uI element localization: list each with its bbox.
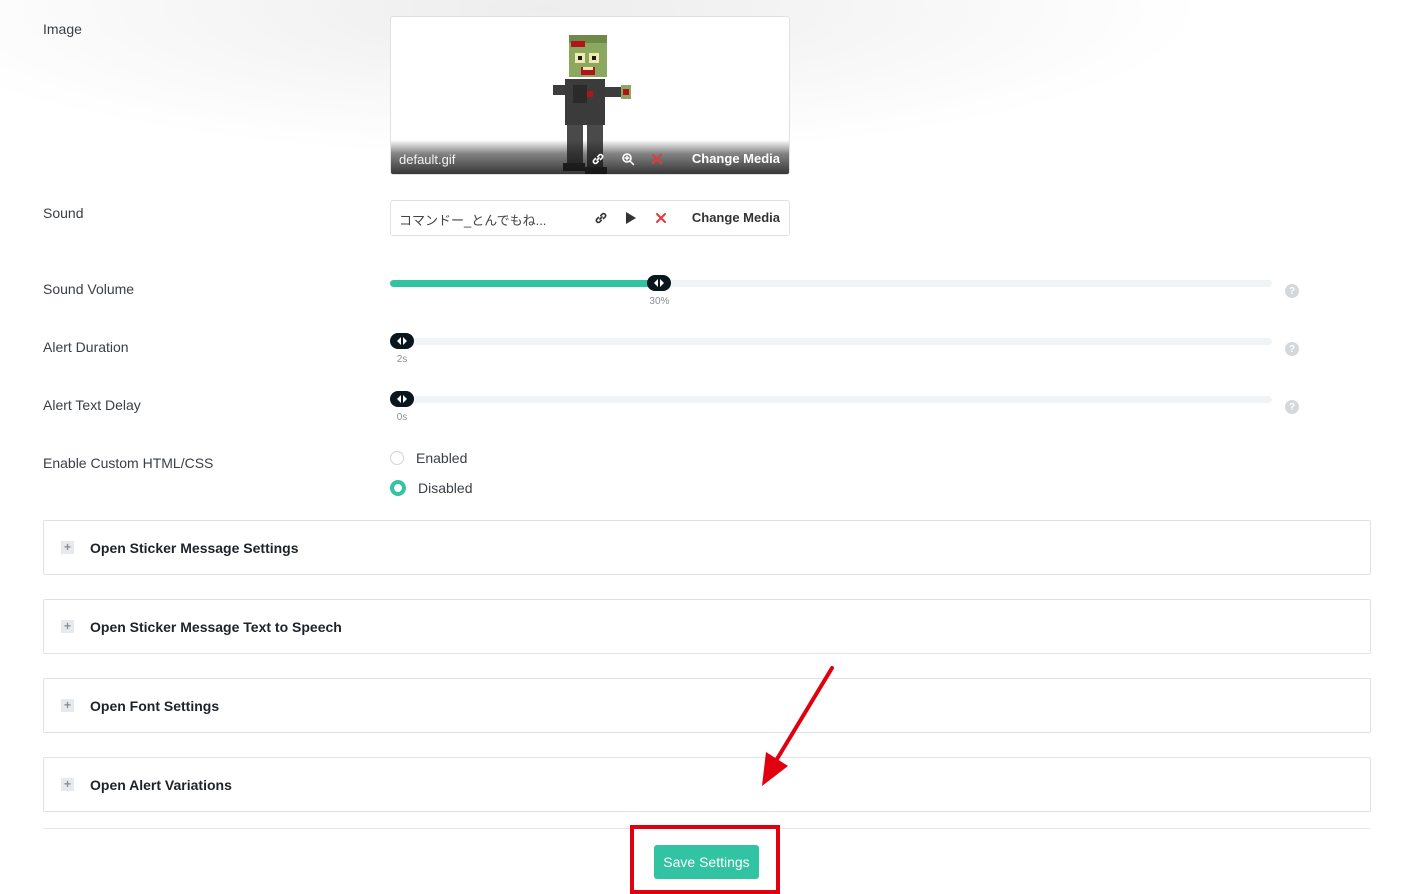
sound-media: コマンドー_とんでもね... Change Media xyxy=(390,200,790,236)
sound-change-media-button[interactable]: Change Media xyxy=(692,210,780,225)
expand-icon: + xyxy=(61,699,74,712)
radio-enabled-label: Enabled xyxy=(416,450,468,466)
remove-icon[interactable] xyxy=(652,209,670,227)
alert-text-delay-handle[interactable] xyxy=(390,391,414,407)
accordion-alert-variations[interactable]: + Open Alert Variations xyxy=(43,757,1371,812)
custom-html-label: Enable Custom HTML/CSS xyxy=(43,455,214,471)
radio-button[interactable] xyxy=(390,451,404,465)
image-preview: default.gif Change Media xyxy=(390,16,790,175)
help-icon[interactable]: ? xyxy=(1285,284,1299,298)
expand-icon: + xyxy=(61,541,74,554)
radio-disabled-label: Disabled xyxy=(418,480,473,496)
sound-label: Sound xyxy=(43,205,84,221)
zoom-icon[interactable] xyxy=(619,150,637,168)
help-icon[interactable]: ? xyxy=(1285,400,1299,414)
sound-volume-label: Sound Volume xyxy=(43,281,135,297)
accordion-title: Open Sticker Message Text to Speech xyxy=(90,619,342,635)
accordion-sticker-message-tts[interactable]: + Open Sticker Message Text to Speech xyxy=(43,599,1371,654)
annotation-arrow-icon xyxy=(762,666,834,786)
annotation-highlight-box xyxy=(630,825,780,894)
alert-text-delay-slider[interactable]: 0s xyxy=(390,391,1272,423)
link-icon[interactable] xyxy=(589,150,607,168)
radio-disabled[interactable]: Disabled xyxy=(390,480,472,496)
image-change-media-button[interactable]: Change Media xyxy=(692,151,780,166)
accordion-title: Open Alert Variations xyxy=(90,777,232,793)
alert-duration-label: Alert Duration xyxy=(43,339,129,355)
expand-icon: + xyxy=(61,778,74,791)
sound-volume-handle[interactable] xyxy=(647,275,672,291)
alert-duration-value: 2s xyxy=(396,354,408,365)
accordion-sticker-message-settings[interactable]: + Open Sticker Message Settings xyxy=(43,520,1371,575)
alert-text-delay-value: 0s xyxy=(396,412,408,423)
accordion-font-settings[interactable]: + Open Font Settings xyxy=(43,678,1371,733)
alert-duration-slider[interactable]: 2s xyxy=(390,333,1272,365)
sound-volume-fill xyxy=(390,280,660,287)
accordion-title: Open Sticker Message Settings xyxy=(90,540,299,556)
sound-volume-slider[interactable]: 30% xyxy=(390,275,1272,307)
image-label: Image xyxy=(43,21,82,37)
alert-text-delay-label: Alert Text Delay xyxy=(43,397,141,413)
radio-button[interactable] xyxy=(390,480,406,496)
link-icon[interactable] xyxy=(592,209,610,227)
play-icon[interactable] xyxy=(622,209,640,227)
radio-enabled[interactable]: Enabled xyxy=(390,450,467,466)
alert-duration-handle[interactable] xyxy=(390,333,414,349)
accordion-title: Open Font Settings xyxy=(90,698,220,714)
help-icon[interactable]: ? xyxy=(1285,342,1299,356)
expand-icon: + xyxy=(61,620,74,633)
image-file-name: default.gif xyxy=(399,152,456,167)
remove-icon[interactable] xyxy=(648,150,666,168)
sound-file-name: コマンドー_とんでもね... xyxy=(399,213,547,228)
sound-volume-value: 30% xyxy=(649,296,670,307)
image-toolbar: default.gif Change Media xyxy=(391,140,789,174)
